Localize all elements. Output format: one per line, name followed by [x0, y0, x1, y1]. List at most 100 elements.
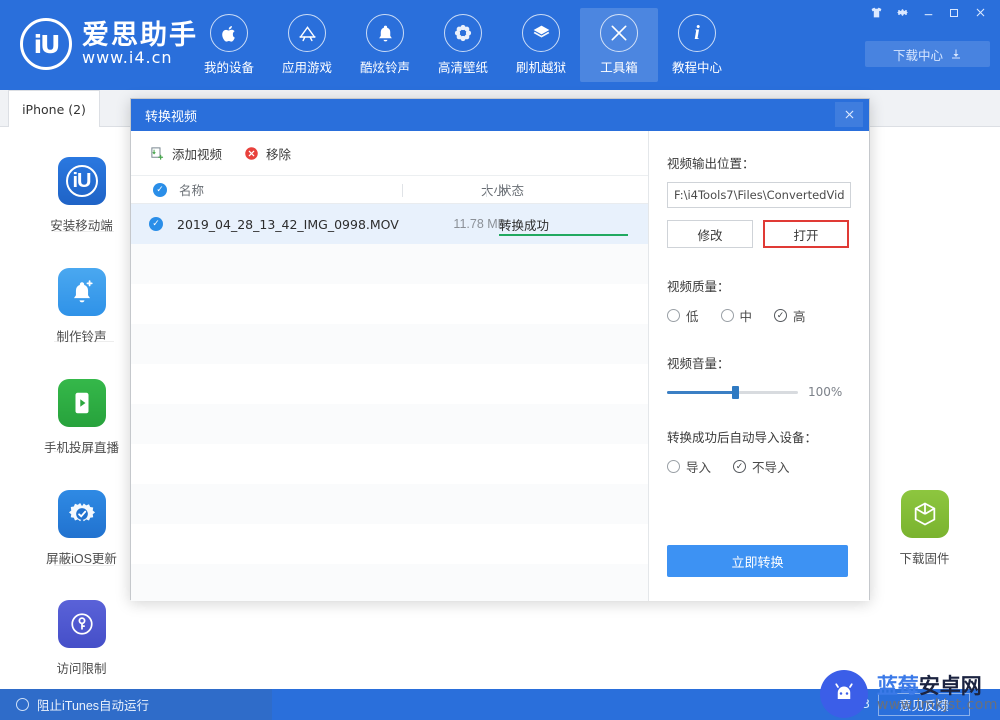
- table-row[interactable]: [131, 484, 648, 524]
- close-icon[interactable]: [968, 3, 992, 22]
- table-row[interactable]: [131, 524, 648, 564]
- download-center-label: 下载中心: [892, 48, 943, 63]
- watermark-url: www.lmkjst.com: [876, 696, 998, 713]
- minimize-icon[interactable]: [916, 3, 940, 22]
- dialog-titlebar[interactable]: 转换视频: [131, 99, 869, 131]
- bell-icon: [366, 14, 404, 52]
- tool-label: 屏蔽iOS更新: [46, 552, 117, 566]
- output-path-field[interactable]: F:\i4Tools7\Files\ConvertedVid: [667, 182, 851, 208]
- toolbox-icon: [600, 14, 638, 52]
- auto-import-options: 导入 ✓ 不导入: [667, 457, 851, 476]
- tool-item-download-firmware[interactable]: 下载固件: [869, 490, 980, 567]
- file-list-body[interactable]: ✓ 2019_04_28_13_42_IMG_0998.MOV 11.78 MB…: [131, 204, 648, 601]
- tool-item-restrictions[interactable]: 访问限制: [26, 600, 137, 677]
- download-center-button[interactable]: 下载中心: [865, 41, 990, 67]
- table-row[interactable]: [131, 404, 648, 444]
- watermark-text: 蓝莓安卓网 www.lmkjst.com: [876, 674, 998, 713]
- add-video-icon: [151, 146, 164, 160]
- radio-icon: [667, 309, 680, 322]
- remove-icon: [245, 146, 258, 160]
- volume-slider[interactable]: [667, 385, 798, 399]
- row-progress-bar: [499, 234, 628, 236]
- brand-url: www.i4.cn: [82, 47, 173, 67]
- column-header-name[interactable]: ✓ 名称: [153, 180, 204, 199]
- info-icon: i: [678, 14, 716, 52]
- tool-item-screen-cast[interactable]: 手机投屏直播: [26, 379, 137, 456]
- toolbar-label: 添加视频: [172, 147, 223, 162]
- select-all-checkbox[interactable]: ✓: [153, 182, 167, 197]
- quality-option-medium[interactable]: 中: [720, 306, 753, 325]
- row-status: 转换成功: [499, 218, 550, 233]
- nav-label: 工具箱: [600, 61, 638, 75]
- add-video-button[interactable]: 添加视频: [150, 144, 222, 163]
- skin-icon[interactable]: [864, 3, 888, 22]
- auto-import-label: 转换成功后自动导入设备：: [667, 431, 818, 445]
- table-row[interactable]: [131, 284, 648, 324]
- output-actions: 修改 打开: [667, 220, 851, 248]
- quality-option-label: 低: [686, 310, 699, 324]
- table-row[interactable]: [131, 564, 648, 601]
- quality-option-low[interactable]: 低: [667, 306, 699, 325]
- nav-item-my-device[interactable]: 我的设备: [190, 8, 268, 82]
- tool-item-block-ios-update[interactable]: 屏蔽iOS更新: [26, 490, 137, 567]
- volume-slider-fill: [667, 390, 736, 394]
- nav-item-apps-games[interactable]: 应用游戏: [268, 8, 346, 82]
- main-nav: 我的设备 应用游戏 酷炫铃声 高清壁纸 刷机越狱 工具箱 i 教程中心: [190, 8, 736, 82]
- convert-now-button[interactable]: 立即转换: [667, 545, 848, 577]
- quality-label: 视频质量：: [667, 280, 730, 294]
- watermark-title-dark: 安卓网: [918, 674, 982, 698]
- radio-checked-icon: ✓: [774, 309, 788, 322]
- volume-slider-row: 100%: [667, 385, 851, 399]
- android-logo-icon: [819, 670, 868, 718]
- tool-item-install-mobile[interactable]: iU 安装移动端: [26, 157, 137, 234]
- toolbar-label: 移除: [266, 147, 292, 162]
- tool-label: 访问限制: [56, 662, 107, 676]
- column-header-size[interactable]: 大小: [416, 180, 506, 199]
- maximize-icon[interactable]: [942, 3, 966, 22]
- nav-item-wallpapers[interactable]: 高清壁纸: [424, 8, 502, 82]
- auto-import-option-no[interactable]: ✓ 不导入: [733, 457, 790, 476]
- modify-button[interactable]: 修改: [667, 220, 753, 248]
- modify-label: 修改: [697, 228, 723, 243]
- block-itunes-toggle[interactable]: 阻止iTunes自动运行: [0, 689, 272, 720]
- volume-value: 100%: [808, 385, 843, 399]
- quality-option-high[interactable]: ✓ 高: [774, 306, 806, 325]
- dialog-body: 添加视频 移除 ✓ 名称 大小 状态 ✓ 2019_04_28_13_42_IM…: [131, 131, 869, 601]
- brand-name: 爱思助手: [82, 20, 198, 51]
- auto-import-option-label: 导入: [686, 461, 712, 475]
- window-controls: [864, 3, 992, 22]
- column-header-state[interactable]: 状态: [499, 180, 524, 199]
- tool-label: 制作铃声: [56, 330, 107, 344]
- block-update-icon: [57, 490, 106, 538]
- table-row[interactable]: [131, 244, 648, 284]
- table-row[interactable]: ✓ 2019_04_28_13_42_IMG_0998.MOV 11.78 MB…: [131, 204, 648, 244]
- table-row[interactable]: [131, 324, 648, 364]
- radio-icon: [720, 309, 734, 322]
- nav-item-toolbox[interactable]: 工具箱: [580, 8, 658, 82]
- quality-option-label: 中: [739, 310, 753, 324]
- radio-checked-icon: ✓: [733, 460, 747, 473]
- quality-option-label: 高: [793, 310, 806, 324]
- nav-item-flash-jailbreak[interactable]: 刷机越狱: [502, 8, 580, 82]
- nav-item-ringtones[interactable]: 酷炫铃声: [346, 8, 424, 82]
- table-row[interactable]: [131, 364, 648, 404]
- tool-item-make-ringtone[interactable]: 制作铃声: [26, 268, 137, 345]
- tab-label: iPhone (2): [22, 101, 86, 117]
- close-icon[interactable]: [835, 102, 863, 127]
- auto-import-option-label: 不导入: [752, 461, 790, 475]
- i4-app-icon: iU: [57, 157, 106, 205]
- table-row[interactable]: [131, 444, 648, 484]
- convert-video-dialog: 转换视频 添加视频 移除 ✓ 名称 大小 状态 ✓ 2019_04_28_13_…: [130, 98, 870, 601]
- nav-label: 应用游戏: [281, 61, 332, 75]
- row-checkbox[interactable]: ✓: [149, 217, 163, 231]
- remove-button[interactable]: 移除: [244, 144, 291, 163]
- tab-iphone[interactable]: iPhone (2): [8, 90, 100, 127]
- dialog-toolbar: 添加视频 移除: [131, 131, 648, 176]
- brand-text: 爱思助手 www.i4.cn: [82, 21, 198, 66]
- volume-slider-handle[interactable]: [732, 385, 740, 399]
- settings-icon[interactable]: [890, 3, 914, 22]
- nav-item-tutorials[interactable]: i 教程中心: [658, 8, 736, 82]
- brand-logo[interactable]: iU 爱思助手 www.i4.cn: [20, 18, 198, 70]
- auto-import-option-yes[interactable]: 导入: [667, 457, 711, 476]
- open-button[interactable]: 打开: [763, 220, 849, 248]
